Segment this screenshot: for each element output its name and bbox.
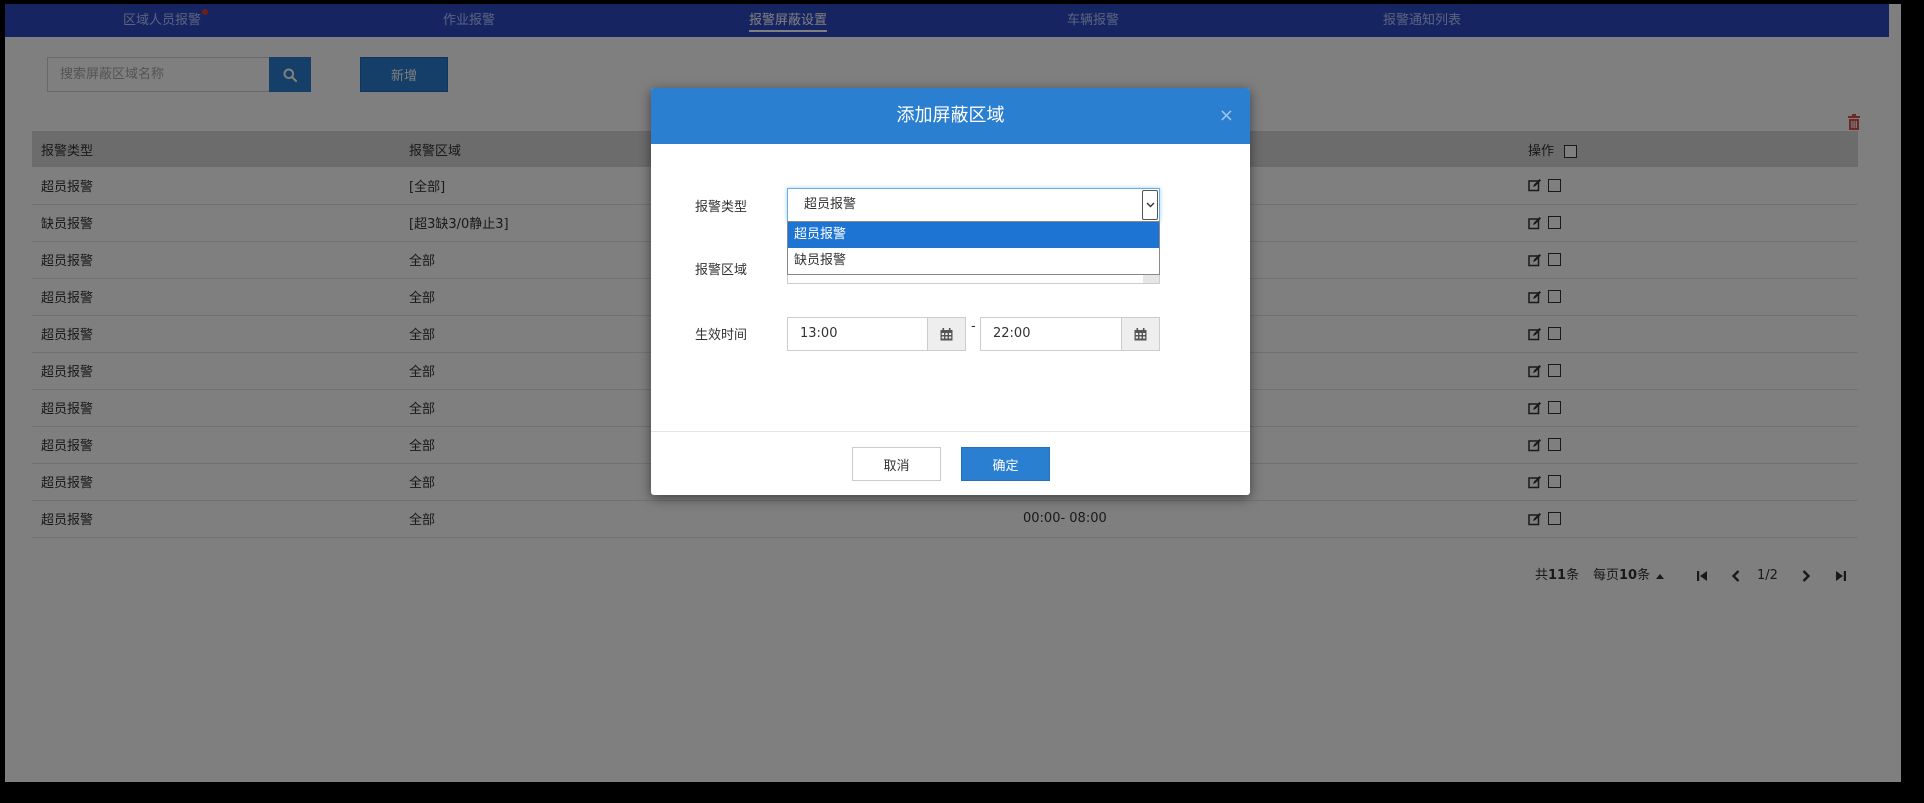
close-icon[interactable]: × — [1219, 88, 1234, 144]
dialog-header: 添加屏蔽区域 × — [651, 88, 1250, 144]
end-time-input[interactable]: 22:00 — [980, 317, 1122, 351]
confirm-button[interactable]: 确定 — [961, 447, 1050, 481]
alarm-area-label: 报警区域 — [695, 263, 748, 278]
effective-time-label: 生效时间 — [695, 328, 748, 343]
app-window: 区域人员报警 作业报警 报警屏蔽设置 车辆报警 报警通知列表 新增 — [5, 4, 1901, 782]
alarm-type-select[interactable]: 超员报警 — [787, 188, 1160, 222]
start-time-calendar-button[interactable] — [927, 317, 966, 351]
end-time-calendar-button[interactable] — [1121, 317, 1160, 351]
calendar-icon — [940, 327, 953, 340]
dialog-footer-divider — [651, 431, 1250, 432]
add-mask-area-dialog: 添加屏蔽区域 × 报警类型 超员报警 报警区域 超员报警 缺员报警 生效时间 1… — [651, 88, 1250, 495]
dialog-title: 添加屏蔽区域 — [896, 105, 1005, 126]
calendar-icon — [1134, 327, 1147, 340]
alarm-type-label: 报警类型 — [695, 200, 748, 215]
start-time-input[interactable]: 13:00 — [787, 317, 929, 351]
time-separator: - — [971, 319, 976, 334]
cancel-button[interactable]: 取消 — [852, 447, 941, 481]
dropdown-option-overstaff[interactable]: 超员报警 — [788, 222, 1159, 248]
alarm-type-dropdown: 超员报警 缺员报警 — [787, 221, 1160, 275]
chevron-down-icon — [1142, 190, 1158, 220]
dropdown-option-understaff[interactable]: 缺员报警 — [788, 248, 1159, 274]
alarm-type-value: 超员报警 — [804, 197, 857, 212]
